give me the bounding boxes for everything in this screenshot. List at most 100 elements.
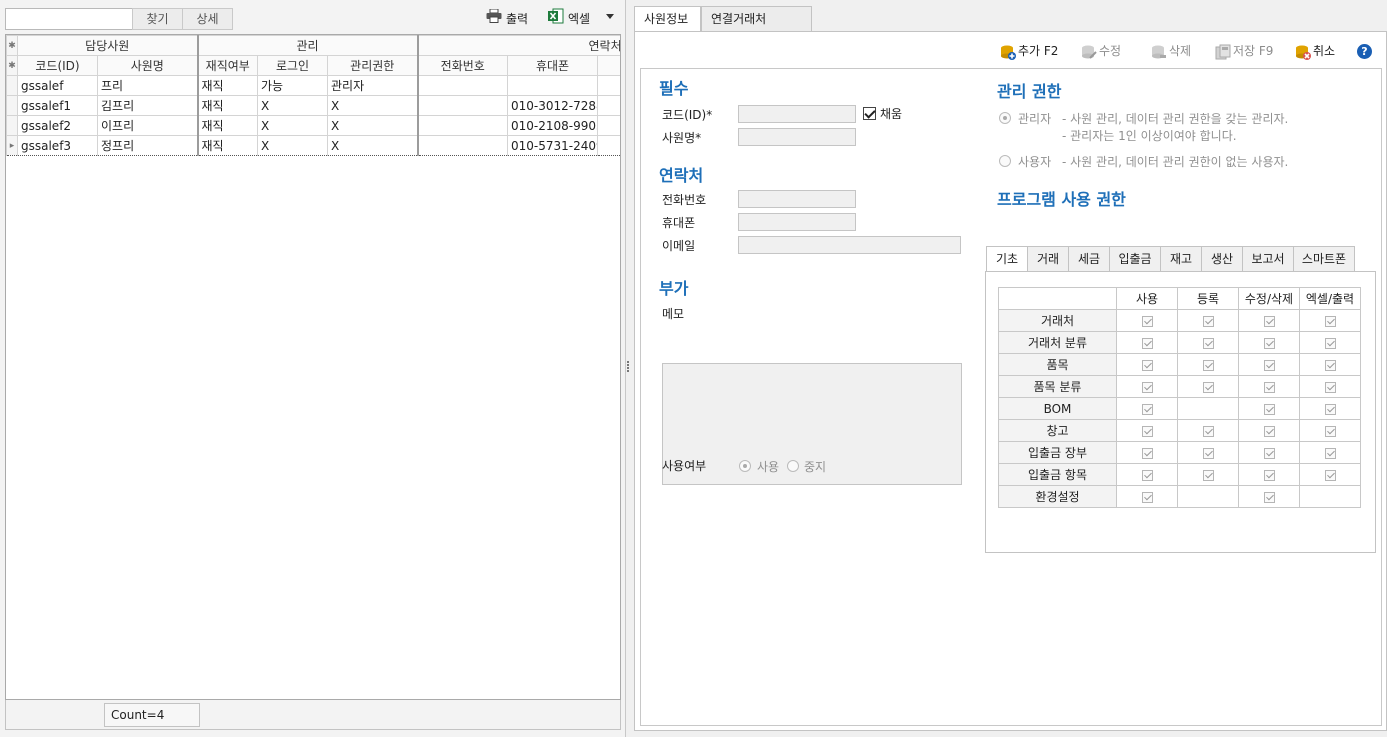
perm-checkbox[interactable] bbox=[1263, 381, 1275, 393]
perm-cell[interactable] bbox=[1238, 353, 1300, 376]
perm-cell[interactable] bbox=[1238, 309, 1300, 332]
perm-cell[interactable] bbox=[1177, 353, 1239, 376]
col-header-admin-right[interactable]: 관리권한 bbox=[327, 55, 419, 76]
perm-checkbox[interactable] bbox=[1202, 381, 1214, 393]
perm-cell[interactable] bbox=[1238, 463, 1300, 486]
cell-mobile[interactable]: 010-5731-2409 bbox=[507, 135, 599, 156]
perm-cell[interactable] bbox=[1116, 309, 1178, 332]
cell-code[interactable]: gssalef bbox=[17, 75, 98, 96]
perm-cell[interactable] bbox=[1238, 397, 1300, 420]
find-button[interactable]: 찾기 bbox=[132, 8, 183, 30]
perm-checkbox[interactable] bbox=[1324, 425, 1336, 437]
perm-checkbox[interactable] bbox=[1263, 359, 1275, 371]
cell-name[interactable]: 김프리 bbox=[96, 95, 199, 116]
cell-employment[interactable]: 재직 bbox=[196, 75, 259, 96]
cell-admin-right[interactable]: 관리자 bbox=[327, 75, 419, 96]
col-header-mobile[interactable]: 휴대폰 bbox=[507, 55, 599, 76]
cell-login[interactable]: X bbox=[257, 115, 329, 136]
delete-button[interactable]: 삭제 bbox=[1151, 40, 1191, 62]
perm-tab[interactable]: 세금 bbox=[1068, 246, 1110, 272]
perm-tab[interactable]: 입출금 bbox=[1109, 246, 1161, 272]
perm-cell[interactable] bbox=[1299, 331, 1361, 354]
tab-linked-clients[interactable]: 연결거래처 bbox=[701, 6, 812, 32]
cell-code[interactable]: gssalef1 bbox=[17, 95, 98, 116]
perm-checkbox[interactable] bbox=[1141, 491, 1153, 503]
panel-splitter[interactable] bbox=[626, 360, 630, 374]
cell-name[interactable]: 정프리 bbox=[96, 135, 199, 156]
perm-checkbox[interactable] bbox=[1141, 447, 1153, 459]
perm-cell[interactable] bbox=[1238, 441, 1300, 464]
admin-radio[interactable] bbox=[999, 112, 1011, 124]
user-radio[interactable] bbox=[999, 155, 1011, 167]
name-input[interactable] bbox=[738, 128, 856, 146]
perm-checkbox[interactable] bbox=[1141, 469, 1153, 481]
perm-tab[interactable]: 기초 bbox=[986, 246, 1028, 273]
col-header-employment[interactable]: 재직여부 bbox=[196, 55, 259, 76]
detail-button[interactable]: 상세 bbox=[182, 8, 233, 30]
mobile-input[interactable] bbox=[738, 213, 856, 231]
cell-admin-right[interactable]: X bbox=[327, 95, 419, 116]
perm-cell[interactable] bbox=[1238, 331, 1300, 354]
perm-checkbox[interactable] bbox=[1141, 359, 1153, 371]
perm-tab[interactable]: 보고서 bbox=[1242, 246, 1294, 272]
perm-tab[interactable]: 스마트폰 bbox=[1293, 246, 1355, 272]
search-input[interactable] bbox=[5, 8, 133, 30]
use-on-radio[interactable] bbox=[739, 460, 751, 472]
col-header-login[interactable]: 로그인 bbox=[257, 55, 329, 76]
perm-checkbox[interactable] bbox=[1141, 381, 1153, 393]
perm-cell[interactable] bbox=[1116, 485, 1178, 508]
perm-cell[interactable] bbox=[1177, 375, 1239, 398]
perm-checkbox[interactable] bbox=[1324, 447, 1336, 459]
cell-admin-right[interactable]: X bbox=[327, 135, 419, 156]
perm-cell[interactable] bbox=[1238, 419, 1300, 442]
perm-checkbox[interactable] bbox=[1324, 315, 1336, 327]
cell-name[interactable]: 프리 bbox=[96, 75, 199, 96]
col-header-code[interactable]: 코드(ID) bbox=[17, 55, 98, 76]
code-input[interactable] bbox=[738, 105, 856, 123]
perm-checkbox[interactable] bbox=[1202, 315, 1214, 327]
cell-code[interactable]: gssalef3 bbox=[17, 135, 98, 156]
col-header-phone[interactable]: 전화번호 bbox=[416, 55, 509, 76]
edit-button[interactable]: 수정 bbox=[1081, 40, 1121, 62]
perm-cell[interactable] bbox=[1116, 331, 1178, 354]
cell-name[interactable]: 이프리 bbox=[96, 115, 199, 136]
cell-mobile[interactable]: 010-3012-7288 bbox=[507, 95, 599, 116]
perm-checkbox[interactable] bbox=[1324, 403, 1336, 415]
perm-checkbox[interactable] bbox=[1263, 425, 1275, 437]
perm-cell[interactable] bbox=[1116, 463, 1178, 486]
perm-cell[interactable] bbox=[1177, 309, 1239, 332]
perm-cell[interactable] bbox=[1238, 375, 1300, 398]
excel-button[interactable]: 엑셀 bbox=[548, 8, 590, 30]
table-row[interactable]: ▸ gssalef3 정프리 재직 X X 010-5731-2409 bbox=[6, 135, 620, 156]
perm-checkbox[interactable] bbox=[1263, 491, 1275, 503]
cell-phone[interactable] bbox=[416, 75, 509, 96]
perm-tab[interactable]: 거래 bbox=[1027, 246, 1069, 272]
cell-employment[interactable]: 재직 bbox=[196, 135, 259, 156]
cell-phone[interactable] bbox=[416, 135, 509, 156]
perm-checkbox[interactable] bbox=[1324, 359, 1336, 371]
perm-cell[interactable] bbox=[1299, 309, 1361, 332]
perm-cell[interactable] bbox=[1177, 331, 1239, 354]
perm-checkbox[interactable] bbox=[1324, 469, 1336, 481]
cell-mobile[interactable]: 010-2108-9905 bbox=[507, 115, 599, 136]
perm-tab[interactable]: 생산 bbox=[1201, 246, 1243, 272]
perm-checkbox[interactable] bbox=[1202, 447, 1214, 459]
perm-checkbox[interactable] bbox=[1263, 403, 1275, 415]
table-row[interactable]: gssalef 프리 재직 가능 관리자 bbox=[6, 75, 620, 96]
perm-cell[interactable] bbox=[1299, 375, 1361, 398]
perm-checkbox[interactable] bbox=[1263, 315, 1275, 327]
perm-cell[interactable] bbox=[1238, 485, 1300, 508]
perm-cell[interactable] bbox=[1177, 441, 1239, 464]
perm-checkbox[interactable] bbox=[1263, 447, 1275, 459]
help-button[interactable]: ? bbox=[1357, 40, 1372, 62]
cell-phone[interactable] bbox=[416, 115, 509, 136]
perm-checkbox[interactable] bbox=[1202, 469, 1214, 481]
table-row[interactable]: gssalef2 이프리 재직 X X 010-2108-9905 bbox=[6, 115, 620, 136]
perm-cell[interactable] bbox=[1177, 463, 1239, 486]
cell-employment[interactable]: 재직 bbox=[196, 115, 259, 136]
perm-cell[interactable] bbox=[1116, 397, 1178, 420]
tab-employee-info[interactable]: 사원정보 bbox=[634, 6, 701, 32]
phone-input[interactable] bbox=[738, 190, 856, 208]
perm-checkbox[interactable] bbox=[1141, 403, 1153, 415]
perm-cell[interactable] bbox=[1299, 441, 1361, 464]
